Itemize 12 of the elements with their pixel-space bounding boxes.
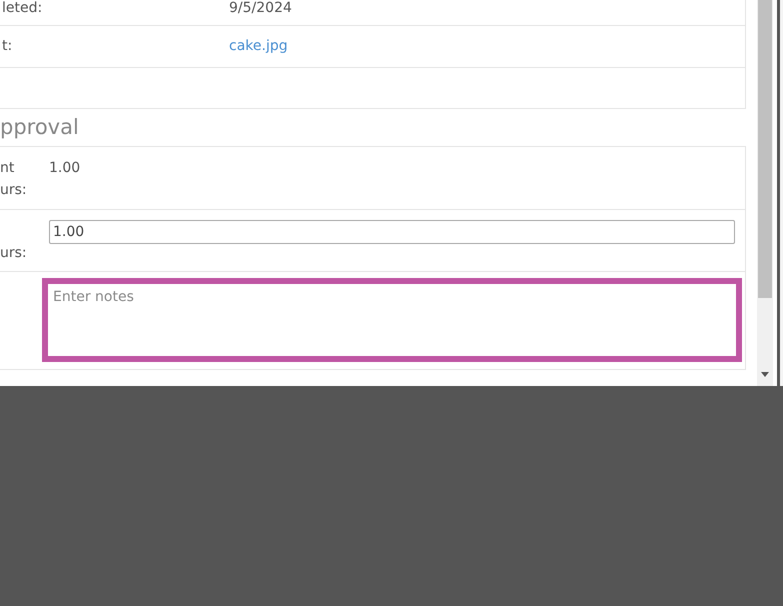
scrollbar-thumb[interactable] bbox=[758, 0, 772, 298]
notes-field[interactable]: Enter notes bbox=[42, 278, 742, 362]
scroll-down-icon[interactable] bbox=[761, 372, 769, 377]
field-label: leted: bbox=[1, 0, 44, 18]
field-label: urs: bbox=[0, 244, 28, 263]
field-value: 9/5/2024 bbox=[229, 0, 292, 18]
scrollbar[interactable] bbox=[757, 0, 773, 386]
field-label: nt urs: bbox=[0, 159, 28, 200]
field-label: t: bbox=[1, 37, 14, 56]
section-heading: pproval bbox=[0, 114, 79, 141]
field-value: 1.00 bbox=[49, 159, 80, 178]
hours-input[interactable]: 1.00 bbox=[49, 220, 735, 244]
